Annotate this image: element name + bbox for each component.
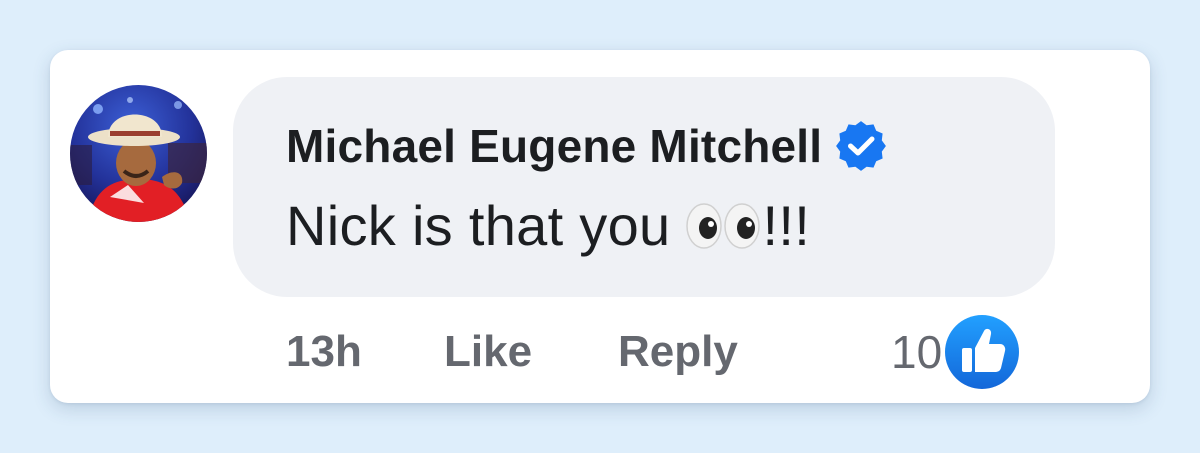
reaction-summary[interactable]: 10 [891,314,1020,390]
comment-text-suffix: !!! [762,193,811,257]
timestamp[interactable]: 13h [286,324,362,380]
author-name[interactable]: Michael Eugene Mitchell [286,119,822,173]
avatar[interactable] [70,85,207,222]
like-button[interactable]: Like [444,324,532,380]
author-row: Michael Eugene Mitchell [286,116,887,176]
reaction-count: 10 [891,326,943,378]
verified-badge-icon [836,121,887,171]
comment-bubble [233,77,1055,297]
thumbs-up-icon [945,315,1020,389]
reply-button[interactable]: Reply [618,324,738,380]
comment-text: Nick is that you [286,193,671,257]
avatar-photo [70,85,207,222]
eyes-emoji-icon [685,203,760,249]
comment-text-row: Nick is that you !!! [286,190,810,260]
